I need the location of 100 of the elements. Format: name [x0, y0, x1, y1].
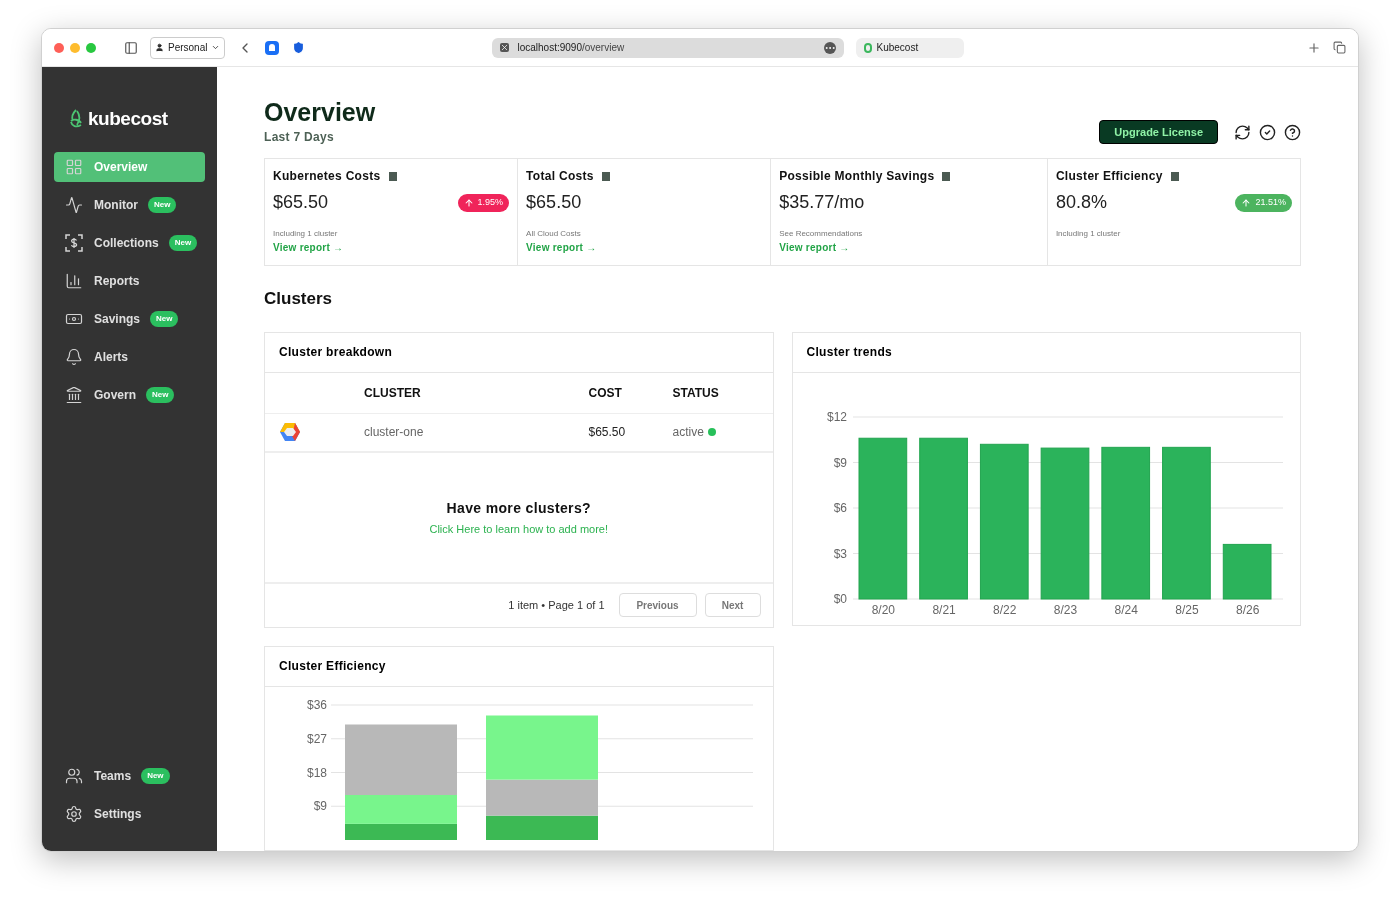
table-cell-text: cluster-one [364, 424, 425, 442]
new-badge: New [146, 386, 175, 403]
axis-tick-label: $12 [826, 409, 847, 424]
settings-icon [65, 805, 83, 823]
axis-tick-label: 8/20 [871, 602, 895, 617]
hexagon-logo-icon [279, 421, 301, 444]
browser-tab[interactable]: Kubecost [856, 37, 965, 58]
nav-label: Overview [94, 158, 148, 176]
arrow-up-icon [463, 197, 474, 208]
sidebar-item[interactable]: Settings [54, 799, 205, 829]
stat-value: $65.50 [526, 191, 582, 215]
people-icon [65, 767, 83, 785]
pulse-icon [65, 195, 83, 214]
axis-tick-label: $36 [306, 697, 327, 712]
nav-label: Collections [94, 234, 159, 252]
sidebar-item[interactable]: Monitor New [54, 189, 205, 220]
sidebar-item[interactable]: Teams New [54, 761, 205, 791]
stat-note: All Cloud Costs [526, 228, 582, 241]
new-badge: New [168, 234, 198, 251]
nav-label: Savings [94, 310, 141, 328]
axis-tick-label: $3 [833, 546, 847, 561]
stat-value: $35.77/mo [779, 191, 865, 215]
logo-icon [68, 109, 84, 130]
change-badge: 1.95% [457, 194, 510, 212]
axis-tick-label: 8/22 [992, 602, 1016, 617]
previous-button[interactable]: Previous [618, 593, 697, 618]
sidebar-item[interactable]: Savings New [54, 303, 205, 334]
new-badge: New [148, 196, 177, 213]
table-cell-text: active [672, 424, 704, 442]
new-badge: New [150, 310, 179, 327]
sidebar-item[interactable]: Alerts [54, 341, 205, 372]
stat-value: $65.50 [273, 191, 329, 215]
bell-icon [65, 347, 83, 366]
bar-chart-icon [65, 271, 83, 290]
next-button[interactable]: Next [704, 593, 761, 618]
new-badge: New [141, 768, 170, 784]
stat-note: Including 1 cluster [1055, 228, 1122, 241]
info-icon [388, 171, 397, 181]
nav-label: Settings [94, 806, 142, 823]
axis-tick-label: 8/23 [1053, 602, 1077, 617]
section-title: Clusters [264, 288, 334, 311]
sidebar-toggle-icon[interactable] [124, 40, 138, 55]
info-icon [942, 171, 951, 181]
axis-tick-label: $27 [306, 731, 327, 746]
card-title: Cluster Efficiency [265, 646, 773, 687]
logo-text: kubecost [88, 107, 168, 131]
page-title: Overview [264, 97, 376, 128]
nav-label: Govern [94, 386, 136, 404]
stat-note: See Recommendations [779, 228, 864, 241]
axis-tick-label: $9 [313, 799, 327, 813]
nav-label: Teams [94, 768, 132, 785]
stat-title: Cluster Efficiency [1055, 168, 1163, 186]
axis-tick-label: $6 [833, 500, 847, 515]
pagination-summary: 1 item • Page 1 of 1 [508, 598, 605, 613]
chevron-down-icon [211, 43, 221, 52]
sidebar-item[interactable]: Govern New [54, 379, 205, 410]
dollar-frame-icon [64, 232, 84, 253]
column-header: STATUS [672, 384, 720, 402]
nav-label: Monitor [94, 196, 138, 214]
axis-tick-label: 8/21 [931, 602, 956, 617]
building-icon [65, 385, 83, 404]
axis-tick-label: 8/26 [1235, 602, 1259, 617]
empty-title: Have more clusters? [446, 498, 591, 518]
check-circle-icon[interactable] [1259, 123, 1276, 141]
axis-tick-label: $9 [833, 455, 847, 470]
stat-title: Total Costs [526, 168, 594, 186]
axis-tick-label: $18 [306, 765, 327, 780]
axis-tick-label: $0 [833, 591, 847, 606]
nav-label: Reports [94, 272, 140, 290]
tab-overview-icon[interactable] [1333, 41, 1346, 54]
axis-tick-label: 8/24 [1114, 602, 1138, 617]
refresh-icon[interactable] [1234, 123, 1251, 141]
info-icon [601, 171, 610, 181]
column-header: COST [588, 384, 623, 402]
sidebar-item[interactable]: Collections New [54, 227, 205, 258]
axis-tick-label: 8/25 [1174, 602, 1199, 617]
grid-icon [65, 157, 83, 176]
help-icon[interactable] [1284, 123, 1301, 141]
stat-value: 80.8% [1055, 191, 1107, 215]
sidebar-item[interactable]: Reports [54, 265, 205, 296]
info-icon [1170, 171, 1179, 181]
close-window-icon[interactable] [54, 42, 64, 53]
arrow-up-icon [1241, 197, 1252, 208]
tab-logo-icon [864, 42, 873, 53]
card-title: Cluster breakdown [265, 332, 773, 373]
stat-note: Including 1 cluster [273, 228, 339, 241]
url-text: localhost:9090/overview [517, 41, 626, 55]
nav-label: Alerts [94, 348, 128, 366]
card-title: Cluster trends [792, 332, 1300, 373]
more-icon[interactable] [824, 41, 837, 54]
profile-button[interactable]: Personal [150, 36, 226, 59]
address-bar[interactable]: localhost:9090/overview [492, 37, 845, 58]
cost-bar [1222, 543, 1271, 600]
upgrade-license-button[interactable]: Upgrade License [1099, 120, 1218, 145]
stat-title: Possible Monthly Savings [779, 168, 935, 186]
page-subtitle: Last 7 Days [264, 129, 335, 147]
person-icon [155, 43, 164, 52]
stat-title: Kubernetes Costs [273, 168, 381, 186]
table-cell-text: $65.50 [588, 424, 627, 442]
column-header: CLUSTER [364, 384, 422, 402]
